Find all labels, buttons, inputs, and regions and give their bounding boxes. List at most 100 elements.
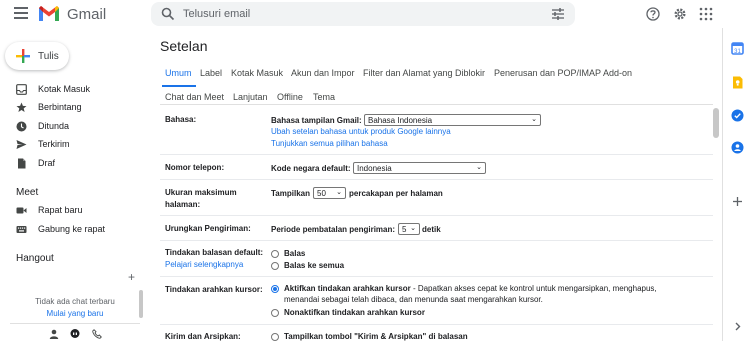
tab-chat-meet[interactable]: Chat dan Meet [165, 92, 224, 102]
reply-radio[interactable] [271, 250, 279, 258]
person-icon[interactable] [49, 329, 59, 339]
tab-forwarding-pop-imap[interactable]: Penerusan dan POP/IMAP [494, 68, 601, 78]
undo-send-select[interactable]: 5 ⌄ [398, 223, 420, 235]
star-icon [16, 102, 27, 112]
page-size-value: 50 [317, 189, 326, 198]
undo-send-value: 5 [402, 225, 407, 234]
hover-actions-off-radio[interactable] [271, 309, 279, 317]
row-divider [160, 154, 713, 155]
tasks-icon[interactable] [731, 109, 744, 122]
tab-general[interactable]: Umum [165, 68, 192, 78]
help-icon[interactable] [646, 7, 660, 21]
chevron-down-icon: ⌄ [336, 189, 342, 196]
main-menu-icon[interactable] [14, 7, 28, 21]
gear-icon[interactable] [673, 7, 687, 21]
send-archive-row-label: Kirim dan Arsipkan: [165, 332, 241, 341]
search-bar[interactable] [151, 2, 575, 26]
meet-section-title: Meet [16, 187, 39, 198]
apps-grid-icon[interactable] [699, 7, 713, 21]
send-icon [16, 140, 27, 149]
undo-send-row-label: Urungkan Pengiriman: [165, 224, 251, 233]
chevron-down-icon: ⌄ [476, 164, 482, 171]
send-archive-show-radio[interactable] [271, 333, 279, 341]
show-all-languages-link[interactable]: Tunjukkan semua pilihan bahasa [271, 139, 388, 148]
side-panel-divider [722, 28, 723, 341]
new-chat-plus-icon[interactable]: + [128, 270, 135, 284]
compose-button[interactable]: Tulis [5, 42, 69, 70]
row-divider [160, 240, 713, 241]
reply-learn-more-link[interactable]: Pelajari selengkapnya [165, 260, 243, 269]
tab-themes[interactable]: Tema [313, 92, 335, 102]
chat-empty-text: Tidak ada chat terbaru [35, 297, 115, 306]
keep-icon[interactable] [731, 76, 744, 89]
sidebar-item-new-meeting[interactable]: Rapat baru [0, 202, 150, 220]
row-divider [160, 215, 713, 216]
tab-filters-blocked[interactable]: Filter dan Alamat yang Diblokir [363, 68, 485, 78]
settings-scrollbar[interactable] [713, 108, 719, 138]
page-size-suffix: percakapan per halaman [349, 189, 443, 198]
tab-offline[interactable]: Offline [277, 92, 303, 102]
undo-send-suffix: detik [422, 225, 441, 234]
start-new-chat-link[interactable]: Mulai yang baru [0, 309, 150, 318]
sidebar-item-sent[interactable]: Terkirim [0, 136, 150, 154]
phone-icon[interactable] [92, 329, 102, 339]
country-code-select[interactable]: Indonesia ⌄ [353, 162, 486, 174]
svg-text:31: 31 [734, 49, 741, 55]
language-row-label: Bahasa: [165, 115, 197, 124]
undo-send-prefix: Periode pembatalan pengiriman: [271, 225, 396, 234]
sidebar-item-join-meeting[interactable]: Gabung ke rapat [0, 221, 150, 239]
tab-inbox[interactable]: Kotak Masuk [231, 68, 283, 78]
calendar-icon[interactable]: 31 [731, 42, 744, 55]
add-addon-plus-icon[interactable] [731, 195, 744, 208]
tab-advanced[interactable]: Lanjutan [233, 92, 268, 102]
send-archive-option-label: Tampilkan tombol "Kirim & Arsipkan" di b… [284, 332, 468, 341]
country-code-value: Indonesia [357, 164, 392, 173]
tab-accounts-import[interactable]: Akun dan Impor [291, 68, 355, 78]
search-input[interactable] [183, 5, 523, 23]
draft-icon [18, 158, 26, 169]
hover-actions-on-radio[interactable] [271, 285, 279, 293]
display-language-value: Bahasa Indonesia [368, 116, 433, 125]
app-header: Gmail [0, 0, 752, 28]
display-language-label: Bahasa tampilan Gmail: [271, 116, 362, 125]
hover-actions-on-text: Aktifkan tindakan arahkan kursor - Dapat… [284, 283, 704, 305]
sidebar-scrollbar[interactable] [139, 290, 143, 318]
chevron-down-icon: ⌄ [531, 116, 537, 123]
sidebar-item-drafts[interactable]: Draf [0, 155, 150, 173]
row-divider [160, 276, 713, 277]
search-options-icon[interactable] [551, 7, 565, 21]
sidebar-item-snoozed[interactable]: Ditunda [0, 118, 150, 136]
hangouts-chat-icon[interactable] [70, 329, 80, 339]
reply-option-label: Balas [284, 249, 306, 258]
inbox-icon [16, 84, 27, 95]
reply-default-row-label: Tindakan balasan default: [165, 248, 264, 257]
hover-actions-on-label: Aktifkan tindakan arahkan kursor [284, 284, 411, 293]
sidebar-item-label: Rapat baru [38, 205, 83, 215]
tab-addons[interactable]: Add-on [603, 68, 632, 78]
page-size-select[interactable]: 50 ⌄ [313, 187, 346, 199]
compose-label: Tulis [38, 51, 59, 62]
sidebar-item-label: Berbintang [38, 102, 82, 112]
search-icon[interactable] [161, 7, 175, 21]
active-tab-indicator [162, 85, 196, 87]
sidebar-item-label: Terkirim [38, 139, 70, 149]
chevron-down-icon: ⌄ [410, 225, 416, 232]
page-size-row-label: Ukuran maksimum halaman: [165, 188, 237, 209]
phone-row-label: Nomor telepon: [165, 163, 225, 172]
display-language-select[interactable]: Bahasa Indonesia ⌄ [364, 114, 541, 126]
sidebar-item-label: Kotak Masuk [38, 84, 91, 94]
hover-actions-off-label: Nonaktifkan tindakan arahkan kursor [284, 308, 425, 317]
clock-icon [16, 121, 27, 132]
keyboard-icon [16, 226, 27, 233]
change-language-link[interactable]: Ubah setelan bahasa untuk produk Google … [271, 127, 451, 136]
gmail-logo-icon[interactable] [38, 5, 60, 22]
plus-icon [16, 49, 30, 63]
chevron-right-icon[interactable] [731, 320, 744, 333]
sidebar-item-inbox[interactable]: Kotak Masuk [0, 81, 150, 99]
tab-labels[interactable]: Label [200, 68, 222, 78]
video-icon [16, 207, 27, 214]
contacts-icon[interactable] [731, 141, 744, 154]
reply-all-radio[interactable] [271, 262, 279, 270]
hover-actions-on-desc-1: - Dapatkan akses cepat ke kontrol untuk … [410, 284, 657, 293]
sidebar-item-starred[interactable]: Berbintang [0, 99, 150, 117]
